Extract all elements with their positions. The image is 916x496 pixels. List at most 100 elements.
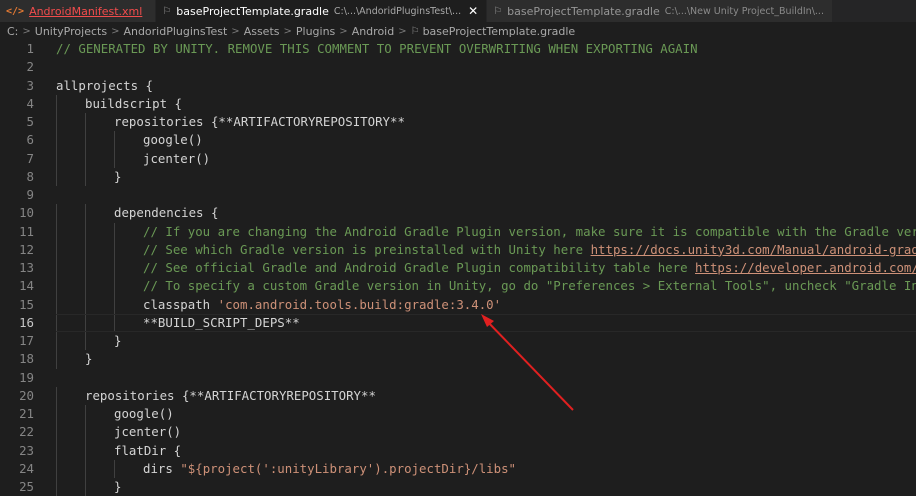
line-number: 16	[19, 314, 34, 330]
code-line[interactable]: 24 dirs "${project(':unityLibrary').proje…	[0, 459, 916, 478]
code-token-plain: jcenter()	[143, 150, 211, 166]
line-number: 18	[19, 351, 34, 367]
breadcrumb-item[interactable]: UnityProjects	[35, 25, 107, 38]
line-number: 11	[19, 223, 34, 239]
indent-guide	[114, 259, 115, 278]
code-line[interactable]: 14 // To specify a custom Gradle version …	[0, 277, 916, 296]
code-line[interactable]: 17}	[0, 332, 916, 351]
code-line[interactable]: 3 allprojects {	[0, 77, 916, 95]
indent-guide	[85, 295, 86, 314]
code-line[interactable]: 20 repositories {**ARTIFACTORYREPOSITORY*…	[0, 386, 916, 405]
breadcrumb: C: > UnityProjects > AndoridPluginsTest …	[0, 22, 916, 40]
code-editor[interactable]: 1 // GENERATED BY UNITY. REMOVE THIS COMM…	[0, 40, 916, 496]
indent-guide	[85, 167, 86, 186]
indent-guide	[56, 240, 57, 259]
gradle-file-icon: ⚐	[162, 5, 172, 17]
code-line[interactable]: 6 google()	[0, 131, 916, 150]
code-token-comment: // See official Gradle and Android Gradl…	[143, 260, 696, 275]
code-line[interactable]: 4 buildscript {	[0, 94, 916, 113]
indent-guide	[56, 167, 57, 186]
breadcrumb-item[interactable]: Assets	[244, 25, 280, 38]
code-token-plain: buildscript {	[85, 95, 182, 111]
indent-guide	[56, 222, 57, 241]
indent-guide	[85, 313, 86, 332]
code-line[interactable]: 25}	[0, 478, 916, 496]
code-text: dirs "${project(':unityLibrary').project…	[143, 460, 516, 478]
indent-guide	[56, 313, 57, 332]
code-line[interactable]: 21 google()	[0, 405, 916, 424]
line-number: 22	[19, 424, 34, 440]
code-text: // See which Gradle version is preinstal…	[143, 241, 916, 259]
code-line[interactable]: 22 jcenter()	[0, 423, 916, 442]
chevron-right-icon: >	[231, 25, 240, 37]
code-token-plain: allprojects {	[56, 77, 153, 93]
breadcrumb-item[interactable]: Android	[352, 25, 395, 38]
code-line[interactable]: 12 // See which Gradle version is preinst…	[0, 240, 916, 259]
line-number: 12	[19, 241, 34, 257]
tab-base-project-template-other[interactable]: ⚐ baseProjectTemplate.gradle C:\...\New …	[487, 0, 833, 22]
tab-description: C:\...\New Unity Project_BuildIn\...	[664, 5, 824, 17]
code-line[interactable]: 2	[0, 58, 916, 76]
code-line[interactable]: 1 // GENERATED BY UNITY. REMOVE THIS COMM…	[0, 40, 916, 58]
code-token-plain: google()	[143, 132, 203, 148]
indent-guide	[85, 423, 86, 442]
indent-guide	[114, 222, 115, 241]
code-token-plain: **BUILD_SCRIPT_DEPS**	[143, 314, 300, 330]
gradle-file-icon: ⚐	[410, 25, 420, 37]
line-number: 7	[26, 150, 34, 166]
tab-base-project-template-active[interactable]: ⚐ baseProjectTemplate.gradle C:\...\Ando…	[156, 0, 488, 22]
code-token-comment: // See which Gradle version is preinstal…	[143, 241, 591, 257]
line-number: 20	[19, 387, 34, 403]
line-number: 24	[19, 460, 34, 476]
indent-guide	[56, 423, 57, 442]
code-token-string: 'com.android.tools.build:gradle:3.4.0'	[217, 296, 502, 312]
code-line[interactable]: 9	[0, 186, 916, 204]
code-text: }	[114, 478, 121, 496]
code-text: // To specify a custom Gradle version in…	[143, 277, 916, 295]
line-number: 4	[26, 95, 34, 111]
code-token-link[interactable]: https://docs.unity3d.com/Manual/android-…	[591, 242, 916, 257]
code-token-plain: dependencies {	[114, 205, 219, 221]
code-text: google()	[143, 131, 203, 149]
breadcrumb-item[interactable]: Plugins	[296, 25, 335, 38]
xml-file-icon: </>	[6, 5, 25, 17]
code-token-comment: // To specify a custom Gradle version in…	[143, 278, 916, 294]
indent-guide	[85, 332, 86, 351]
indent-guide	[114, 131, 115, 150]
line-number: 1	[26, 41, 34, 56]
indent-guide	[56, 131, 57, 150]
code-line[interactable]: 19	[0, 369, 916, 387]
indent-guide	[56, 149, 57, 168]
breadcrumb-item[interactable]: AndoridPluginsTest	[123, 25, 227, 38]
code-line[interactable]: 15 classpath 'com.android.tools.build:gra…	[0, 295, 916, 314]
breadcrumb-file[interactable]: baseProjectTemplate.gradle	[423, 25, 576, 38]
code-line[interactable]: 11 // If you are changing the Android Gra…	[0, 222, 916, 241]
code-token-plain: }	[114, 479, 122, 494]
code-text: }	[114, 168, 121, 186]
code-line[interactable]: 13 // See official Gradle and Android Gra…	[0, 259, 916, 278]
code-line[interactable]: 10 dependencies {	[0, 204, 916, 223]
code-line[interactable]: 5 repositories {**ARTIFACTORYREPOSITORY**	[0, 113, 916, 132]
code-line[interactable]: 18}	[0, 350, 916, 369]
code-line[interactable]: 8}	[0, 167, 916, 186]
indent-guide	[56, 405, 57, 424]
indent-guide	[114, 313, 115, 332]
indent-guide	[56, 277, 57, 296]
indent-guide	[85, 459, 86, 478]
line-number: 15	[19, 296, 34, 312]
line-number: 25	[19, 479, 34, 494]
tab-android-manifest[interactable]: </> AndroidManifest.xml	[0, 0, 157, 22]
chevron-right-icon: >	[22, 25, 31, 37]
code-token-plain: }	[114, 333, 122, 348]
code-token-link[interactable]: https://developer.android.com/studio/rel…	[695, 260, 916, 275]
code-token-plain: }	[85, 351, 93, 367]
breadcrumb-drive[interactable]: C:	[7, 25, 18, 38]
code-token-plain: }	[114, 168, 122, 184]
indent-guide	[114, 459, 115, 478]
code-line[interactable]: 7 jcenter()	[0, 149, 916, 168]
code-line[interactable]: 16 **BUILD_SCRIPT_DEPS**	[0, 313, 916, 333]
close-icon[interactable]: ✕	[468, 4, 478, 18]
code-text: **BUILD_SCRIPT_DEPS**	[143, 314, 300, 332]
code-line[interactable]: 23 flatDir {	[0, 441, 916, 460]
code-text: buildscript {	[85, 95, 182, 113]
